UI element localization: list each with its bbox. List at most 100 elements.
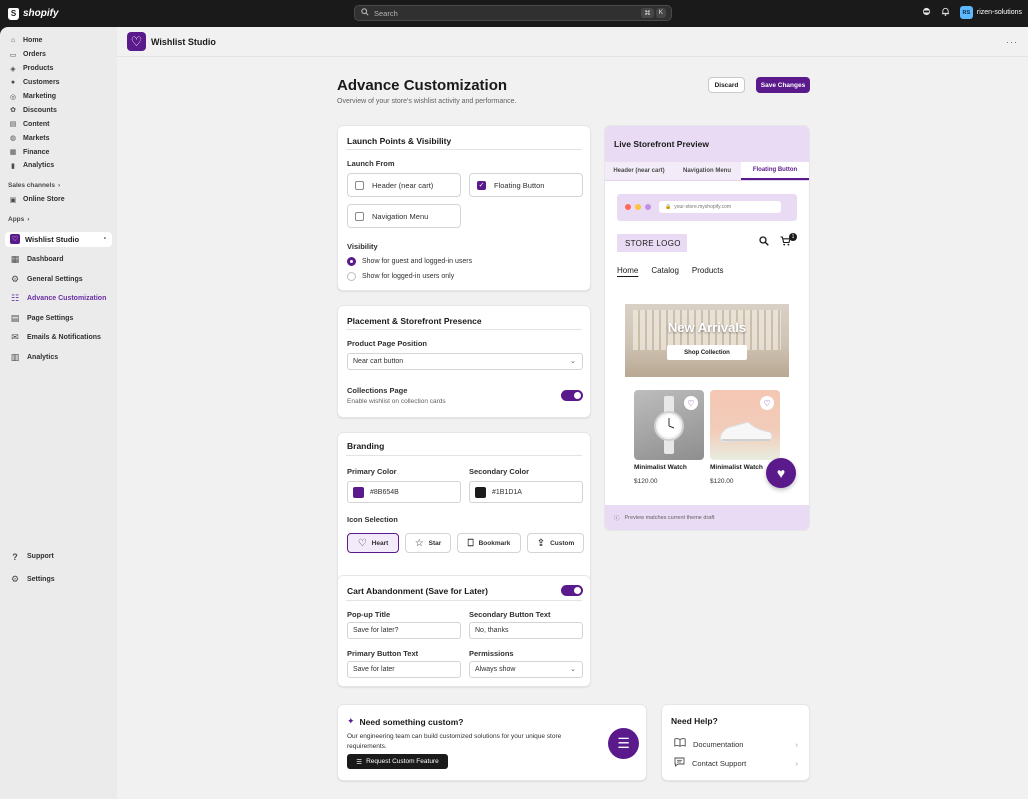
more-options-icon[interactable]: ···	[1006, 37, 1018, 47]
product-position-select[interactable]: Near cart button ⌄	[347, 353, 583, 370]
pin-icon[interactable]: •	[104, 236, 106, 242]
sidebar-item-label: Online Store	[23, 196, 65, 204]
app-title: Wishlist Studio	[151, 36, 216, 47]
sidebar-item-products[interactable]: ◈ Products	[0, 62, 117, 76]
store-icon: ▣	[9, 196, 17, 204]
secondary-color-field[interactable]: #1B1D1A	[469, 481, 583, 503]
secondary-button-text-input[interactable]: No, thanks	[469, 622, 583, 639]
tab-floating-button[interactable]: Floating Button	[741, 162, 809, 180]
icon-option-star[interactable]: ☆ Star	[405, 533, 451, 553]
app-nav-icon: ▤	[10, 312, 20, 323]
sidebar-item-markets[interactable]: ◍ Markets	[0, 131, 117, 145]
store-logo: STORE LOGO	[617, 234, 687, 252]
save-changes-button[interactable]: Save Changes	[756, 77, 810, 93]
info-icon: ⓘ	[614, 515, 620, 522]
kbd-k: K	[655, 8, 666, 18]
sidebar-item-online-store[interactable]: ▣ Online Store	[0, 193, 117, 207]
primary-color-swatch[interactable]	[353, 486, 364, 498]
search-placeholder: Search	[374, 8, 398, 18]
help-circle-icon: ?	[12, 551, 18, 562]
main-content: ♡ Wishlist Studio ··· Advance Customizat…	[117, 27, 1028, 799]
sidebar-item-label: Emails & Notifications	[27, 334, 101, 342]
permissions-select[interactable]: Always show ⌄	[469, 661, 583, 678]
app-nav-icon: ▦	[10, 254, 20, 265]
tab-header-near-cart[interactable]: Header (near cart)	[605, 162, 673, 180]
primary-button-text-input[interactable]: Save for later	[347, 661, 461, 678]
discounts-icon: ✿	[10, 107, 16, 115]
app-nav-icon: ☷	[10, 293, 20, 304]
help-link-label: Documentation	[693, 739, 744, 749]
custom-feature-header: ✦ Need something custom?	[347, 716, 463, 727]
sidebar-item-support[interactable]: ? Support	[0, 547, 117, 567]
visibility-radio-logged-in[interactable]: Show for logged-in users only	[347, 272, 454, 281]
star-icon: ☆	[414, 537, 424, 549]
discard-button[interactable]: Discard	[708, 77, 745, 93]
radio-selected[interactable]	[347, 257, 356, 266]
avatar: RS	[959, 6, 973, 19]
search-input[interactable]: Search ⌘ K	[354, 5, 672, 21]
app-nav-icon: ▥	[10, 352, 20, 363]
sidebar-item-settings[interactable]: ⚙ Settings	[0, 570, 117, 590]
launch-from-label: Launch From	[347, 159, 395, 168]
sales-channels-heading[interactable]: Sales channels ›	[0, 179, 117, 193]
checkbox-checked[interactable]: ✓	[477, 180, 486, 190]
request-custom-feature-button[interactable]: ☰ Request Custom Feature	[347, 754, 448, 769]
gear-icon: ⚙	[10, 573, 20, 584]
sidebar-app-item-advance-customization[interactable]: ☷ Advance Customization	[0, 289, 117, 309]
product-name: Minimalist Watch	[634, 464, 687, 471]
sidebar-item-content[interactable]: ▤ Content	[0, 117, 117, 131]
sidebar-app-item-emails-notifications[interactable]: ✉ Emails & Notifications	[0, 328, 117, 348]
launch-option-header[interactable]: Header (near cart)	[347, 173, 461, 197]
bell-icon[interactable]	[941, 7, 950, 18]
cart-abandonment-toggle[interactable]	[561, 585, 583, 596]
help-contact-support-link[interactable]: Contact Support ›	[674, 757, 798, 770]
sidebar-app-item-page-settings[interactable]: ▤ Page Settings	[0, 309, 117, 329]
sidebar-app-item-general-settings[interactable]: ⚙ General Settings	[0, 269, 117, 289]
account-menu[interactable]: RS rizen-solutions	[959, 6, 1022, 19]
sidebar-item-customers[interactable]: ● Customers	[0, 76, 117, 90]
icon-option-custom[interactable]: ⇪ Custom	[527, 533, 584, 553]
sidebar-item-analytics[interactable]: ▮ Analytics	[0, 159, 117, 173]
custom-feature-card: ✦ Need something custom? Our engineering…	[337, 704, 647, 781]
wishlist-heart-icon: ♡	[10, 234, 20, 245]
icon-option-heart[interactable]: ♡ Heart	[347, 533, 399, 553]
tab-navigation-menu[interactable]: Navigation Menu	[673, 162, 741, 180]
sidebar-item-label: Home	[23, 37, 43, 45]
sidekick-icon[interactable]	[922, 7, 931, 18]
launch-option-floating-button[interactable]: ✓ Floating Button	[469, 173, 583, 197]
icon-option-bookmark[interactable]: ⎕ Bookmark	[457, 533, 521, 553]
kbd-cmd: ⌘	[641, 8, 654, 18]
sidebar-item-finance[interactable]: ▦ Finance	[0, 145, 117, 159]
checkbox[interactable]	[355, 180, 364, 190]
sidebar: ⌂ Home ▭ Orders ◈ Products ● Customers ◎ Marketin…	[0, 27, 117, 799]
sidebar-app-item-dashboard[interactable]: ▦ Dashboard	[0, 250, 117, 270]
collections-page-toggle[interactable]	[561, 390, 583, 401]
primary-color-field[interactable]: #8B654B	[347, 481, 461, 503]
product-position-label: Product Page Position	[347, 339, 428, 348]
popup-title-input[interactable]: Save for later?	[347, 622, 461, 639]
apps-heading[interactable]: Apps ›	[0, 213, 117, 227]
secondary-color-label: Secondary Color	[469, 467, 530, 476]
sidebar-item-marketing[interactable]: ◎ Marketing	[0, 90, 117, 104]
sidebar-item-discounts[interactable]: ✿ Discounts	[0, 103, 117, 117]
sidebar-item-label: Finance	[23, 148, 50, 156]
checkbox[interactable]	[355, 211, 364, 221]
help-documentation-link[interactable]: Documentation ›	[674, 738, 798, 750]
sidebar-item-home[interactable]: ⌂ Home	[0, 34, 117, 48]
secondary-button-text-label: Secondary Button Text	[469, 610, 551, 619]
radio[interactable]	[347, 272, 356, 281]
shopify-logo[interactable]: S shopify	[8, 7, 59, 20]
visibility-radio-all[interactable]: Show for guest and logged-in users	[347, 257, 472, 266]
sidebar-app-wishlist-studio[interactable]: ♡ Wishlist Studio •	[5, 231, 112, 247]
sidebar-app-item-analytics[interactable]: ▥ Analytics	[0, 348, 117, 368]
chevron-down-icon: ⌄	[570, 358, 576, 365]
sidebar-item-label: Analytics	[27, 354, 59, 362]
sidebar-item-orders[interactable]: ▭ Orders	[0, 48, 117, 62]
secondary-color-swatch[interactable]	[475, 486, 486, 498]
input-value: Save for later?	[353, 627, 399, 634]
chevron-right-icon: ›	[795, 739, 799, 749]
store-nav-catalog: Catalog	[651, 266, 679, 275]
product-image-sneaker: ♡	[710, 390, 780, 460]
keyboard-shortcut: ⌘ K	[641, 8, 666, 18]
launch-option-navigation-menu[interactable]: Navigation Menu	[347, 204, 461, 228]
